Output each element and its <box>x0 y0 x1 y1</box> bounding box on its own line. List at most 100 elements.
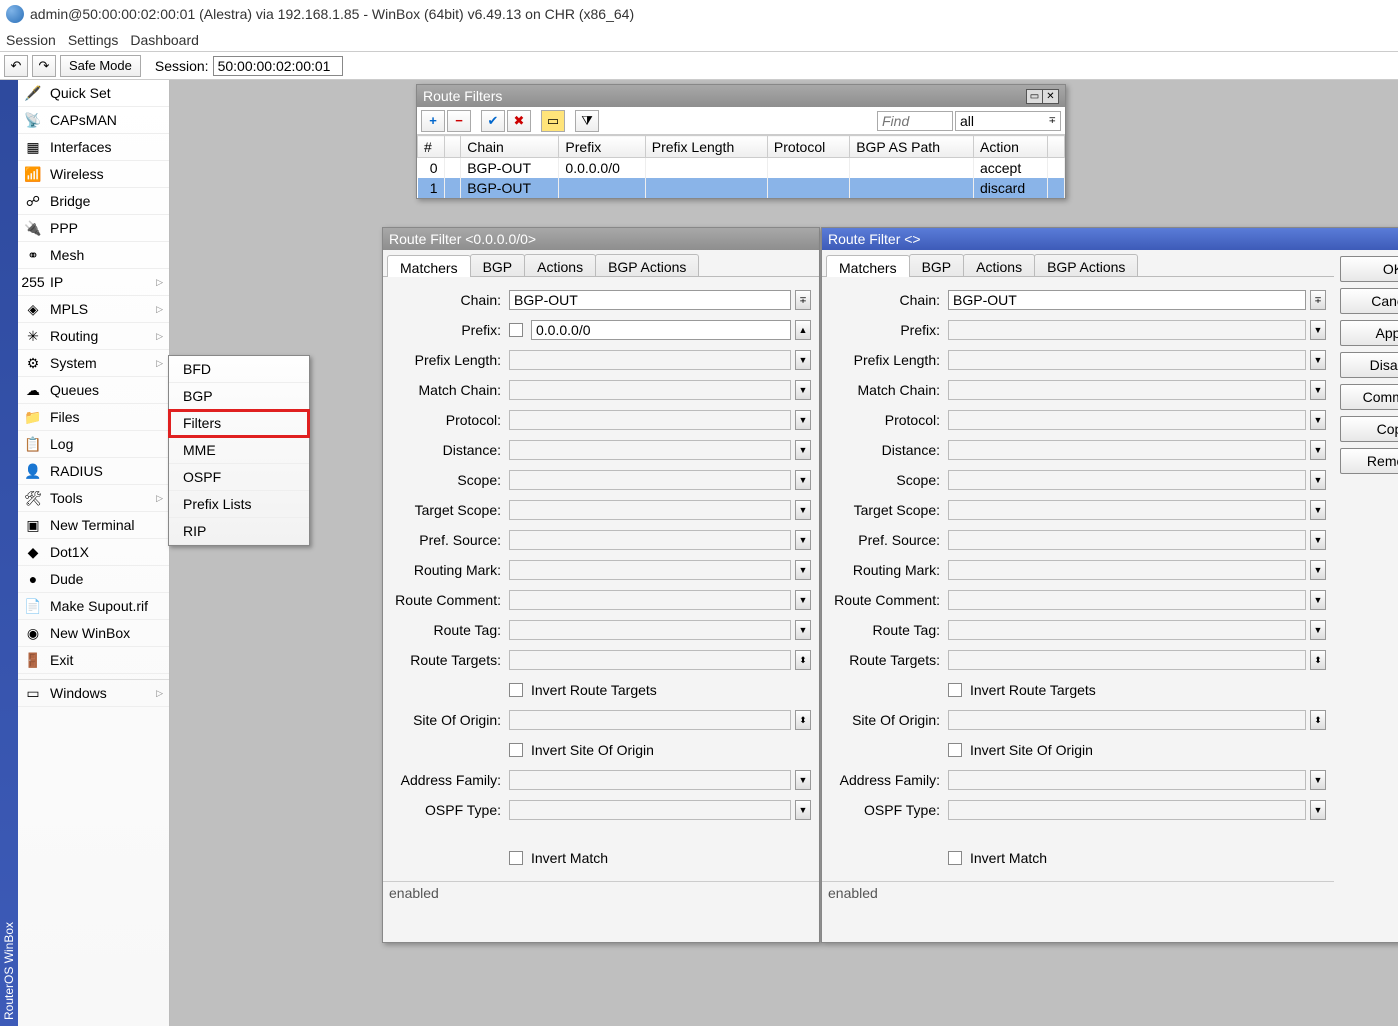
field-input[interactable] <box>509 440 791 460</box>
sidebar-item-capsman[interactable]: 📡CAPsMAN <box>18 107 169 134</box>
field-input[interactable] <box>509 590 791 610</box>
sidebar-item-log[interactable]: 📋Log <box>18 431 169 458</box>
column-header[interactable]: BGP AS Path <box>850 136 974 158</box>
add-button[interactable]: + <box>421 110 445 132</box>
disable-button[interactable]: Disable <box>1340 352 1398 378</box>
sidebar-item-dot1x[interactable]: ◆Dot1X <box>18 539 169 566</box>
dropdown-icon[interactable]: ▼ <box>1310 620 1326 640</box>
cancel-button[interactable]: Cancel <box>1340 288 1398 314</box>
field-input[interactable] <box>509 620 791 640</box>
table-row[interactable]: 0BGP-OUT0.0.0.0/0accept <box>418 158 1065 179</box>
ok-button[interactable]: OK <box>1340 256 1398 282</box>
dropdown-icon[interactable]: ▼ <box>1310 470 1326 490</box>
dropdown-icon[interactable]: ▼ <box>1310 320 1326 340</box>
field-input[interactable] <box>509 500 791 520</box>
dropdown-icon[interactable]: ▼ <box>1310 770 1326 790</box>
safe-mode-button[interactable]: Safe Mode <box>60 55 141 77</box>
apply-button[interactable]: Apply <box>1340 320 1398 346</box>
dialog-header[interactable]: Route Filter <> ▭ ✕ <box>822 228 1398 250</box>
sidebar-item-mesh[interactable]: ⚭Mesh <box>18 242 169 269</box>
remove-button[interactable]: Remove <box>1340 448 1398 474</box>
column-header[interactable]: Protocol <box>767 136 849 158</box>
dropdown-icon[interactable]: ▼ <box>795 800 811 820</box>
dropdown-icon[interactable]: ▼ <box>1310 530 1326 550</box>
close-icon[interactable]: ✕ <box>1042 89 1059 104</box>
redo-button[interactable]: ↷ <box>32 55 56 77</box>
field-input[interactable] <box>948 530 1306 550</box>
dropdown-icon[interactable]: ▼ <box>795 380 811 400</box>
dropdown-icon[interactable]: ▼ <box>795 410 811 430</box>
dropdown-icon[interactable]: ▼ <box>1310 560 1326 580</box>
comment-button[interactable]: ▭ <box>541 110 565 132</box>
field-input[interactable] <box>509 800 791 820</box>
field-input[interactable] <box>948 350 1306 370</box>
field-input[interactable] <box>948 710 1306 730</box>
table-row[interactable]: 1BGP-OUTdiscard <box>418 178 1065 198</box>
dropdown-icon[interactable]: ▼ <box>1310 410 1326 430</box>
prefix-field[interactable]: 0.0.0.0/0 <box>531 320 791 340</box>
sidebar-item-new-terminal[interactable]: ▣New Terminal <box>18 512 169 539</box>
checkbox[interactable] <box>509 323 523 337</box>
dropdown-icon[interactable]: ▼ <box>1310 500 1326 520</box>
chain-select[interactable]: BGP-OUT <box>509 290 791 310</box>
sidebar-item-make-supout.rif[interactable]: 📄Make Supout.rif <box>18 593 169 620</box>
column-header[interactable]: Prefix <box>559 136 645 158</box>
sidebar-item-tools[interactable]: 🛠Tools▷ <box>18 485 169 512</box>
field-input[interactable] <box>948 620 1306 640</box>
sidebar-item-radius[interactable]: 👤RADIUS <box>18 458 169 485</box>
column-header[interactable]: Chain <box>461 136 559 158</box>
dropdown-icon[interactable]: ▼ <box>795 470 811 490</box>
sidebar-item-routing[interactable]: ✳Routing▷ <box>18 323 169 350</box>
column-header[interactable]: # <box>418 136 445 158</box>
sidebar-item-ppp[interactable]: 🔌PPP <box>18 215 169 242</box>
dropdown-icon[interactable]: ∓ <box>1310 290 1326 310</box>
sidebar-item-interfaces[interactable]: ▦Interfaces <box>18 134 169 161</box>
field-input[interactable] <box>948 470 1306 490</box>
dropdown-icon[interactable]: ▼ <box>795 440 811 460</box>
remove-button[interactable]: − <box>447 110 471 132</box>
checkbox[interactable] <box>509 683 523 697</box>
sidebar-item-new-winbox[interactable]: ◉New WinBox <box>18 620 169 647</box>
field-input[interactable] <box>509 470 791 490</box>
dropdown-icon[interactable]: ▼ <box>1310 350 1326 370</box>
sidebar-item-quick-set[interactable]: 🖋️Quick Set <box>18 80 169 107</box>
field-input[interactable] <box>948 590 1306 610</box>
undo-button[interactable]: ↶ <box>4 55 28 77</box>
sidebar-item-dude[interactable]: ●Dude <box>18 566 169 593</box>
sidebar-item-system[interactable]: ⚙System▷ <box>18 350 169 377</box>
checkbox[interactable] <box>948 743 962 757</box>
submenu-item-prefix-lists[interactable]: Prefix Lists <box>169 491 309 518</box>
dropdown-icon[interactable]: ▼ <box>1310 440 1326 460</box>
tab-actions[interactable]: Actions <box>524 254 596 276</box>
submenu-item-rip[interactable]: RIP <box>169 518 309 545</box>
sidebar-item-files[interactable]: 📁Files <box>18 404 169 431</box>
enable-button[interactable]: ✔ <box>481 110 505 132</box>
window-header[interactable]: Route Filters ▭ ✕ <box>417 85 1065 107</box>
spinner-icon[interactable]: ⬍ <box>795 650 811 670</box>
tab-bgp-actions[interactable]: BGP Actions <box>1034 254 1138 276</box>
sidebar-item-exit[interactable]: 🚪Exit <box>18 647 169 674</box>
field-input[interactable] <box>948 770 1306 790</box>
checkbox[interactable] <box>509 743 523 757</box>
dropdown-icon[interactable]: ▼ <box>795 500 811 520</box>
dropdown-icon[interactable]: ▼ <box>795 770 811 790</box>
field-input[interactable] <box>948 500 1306 520</box>
submenu-item-bfd[interactable]: BFD <box>169 356 309 383</box>
field-input[interactable] <box>509 710 791 730</box>
tab-bgp-actions[interactable]: BGP Actions <box>595 254 699 276</box>
dropdown-icon[interactable]: ▼ <box>1310 380 1326 400</box>
spinner-icon[interactable]: ⬍ <box>1310 710 1326 730</box>
column-header[interactable] <box>1048 136 1065 158</box>
dialog-header[interactable]: Route Filter <0.0.0.0/0> <box>383 228 819 250</box>
field-input[interactable] <box>509 350 791 370</box>
filter-button[interactable]: ⧩ <box>575 110 599 132</box>
menu-settings[interactable]: Settings <box>68 32 119 48</box>
field-input[interactable] <box>509 530 791 550</box>
submenu-item-mme[interactable]: MME <box>169 437 309 464</box>
minimize-icon[interactable]: ▭ <box>1026 89 1043 104</box>
dropdown-icon[interactable]: ▼ <box>1310 590 1326 610</box>
field-input[interactable] <box>948 800 1306 820</box>
checkbox[interactable] <box>948 683 962 697</box>
collapse-icon[interactable]: ▲ <box>795 320 811 340</box>
checkbox[interactable] <box>948 851 962 865</box>
